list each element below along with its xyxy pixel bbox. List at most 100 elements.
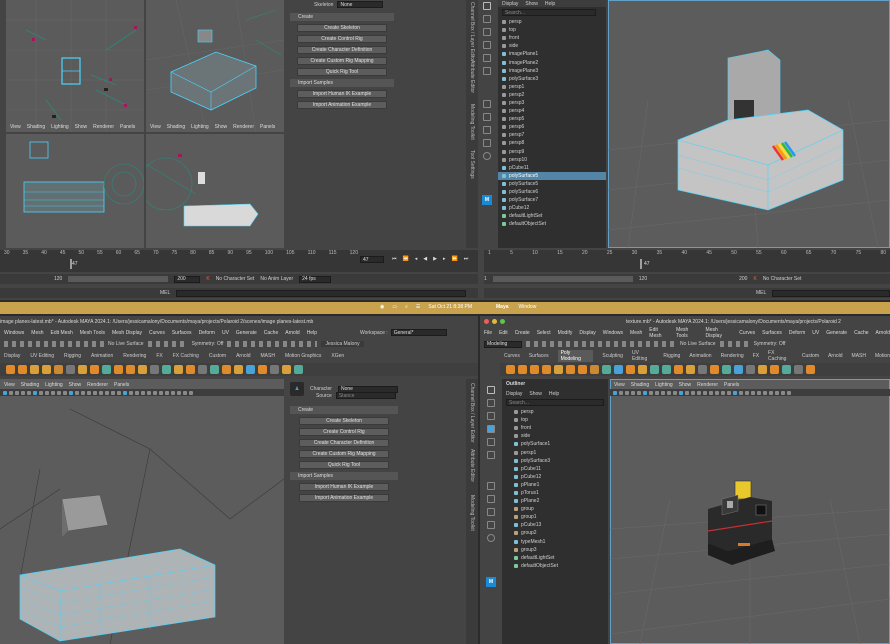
- shelf-icon[interactable]: [710, 365, 719, 374]
- shelf-icon[interactable]: [650, 365, 659, 374]
- key-icon[interactable]: K: [753, 276, 756, 282]
- shelf-icon[interactable]: [542, 365, 551, 374]
- menu-item[interactable]: Arnold: [876, 330, 890, 336]
- next-key-icon[interactable]: ▸: [443, 256, 446, 262]
- rotate-tool-icon[interactable]: [483, 54, 491, 62]
- shelf-icon[interactable]: [174, 365, 183, 374]
- shelf-icon[interactable]: [126, 365, 135, 374]
- close-button[interactable]: [484, 319, 489, 324]
- shelf-tab[interactable]: Animation: [91, 353, 113, 359]
- shelf-icon[interactable]: [18, 365, 27, 374]
- outliner-item[interactable]: pCube11: [510, 465, 608, 473]
- play-back-icon[interactable]: ◀: [423, 256, 427, 262]
- paint-tool-icon[interactable]: [483, 28, 491, 36]
- symmetry-label[interactable]: Symmetry: Off: [192, 341, 224, 347]
- menu-item[interactable]: Arnold: [285, 330, 299, 336]
- section-import-samples[interactable]: Import Samples: [290, 472, 398, 480]
- outliner-item[interactable]: persp6: [498, 123, 606, 131]
- outliner-item[interactable]: persp1: [510, 448, 608, 456]
- layout-four-icon[interactable]: [487, 495, 495, 503]
- quick-rig-tool-button[interactable]: Quick Rig Tool: [297, 68, 387, 76]
- menu-show[interactable]: Show: [215, 124, 228, 130]
- wifi-icon[interactable]: ◉: [380, 304, 384, 310]
- menu-item[interactable]: Display: [579, 330, 595, 336]
- shelf-icon[interactable]: [506, 365, 515, 374]
- outliner-item[interactable]: persp9: [498, 148, 606, 156]
- outliner-item[interactable]: defaultObjectSet: [510, 562, 608, 570]
- shelf-icon[interactable]: [686, 365, 695, 374]
- menu-item[interactable]: Curves: [149, 330, 165, 336]
- outliner-item[interactable]: imagePlane2: [498, 58, 606, 66]
- outliner-item[interactable]: persp5: [498, 115, 606, 123]
- shelf-tab[interactable]: Arnold: [828, 353, 842, 359]
- outliner-item[interactable]: top: [498, 26, 606, 34]
- create-character-definition-button[interactable]: Create Character Definition: [299, 439, 389, 447]
- shelf-tab[interactable]: Rendering: [721, 353, 744, 359]
- quick-rig-tool-button[interactable]: Quick Rig Tool: [299, 461, 389, 469]
- command-input[interactable]: [176, 289, 467, 297]
- shelf-icon[interactable]: [42, 365, 51, 374]
- shelf-tab[interactable]: Animation: [689, 353, 711, 359]
- shelf-tab[interactable]: Rigging: [64, 353, 81, 359]
- outliner-menu-display[interactable]: Display: [502, 1, 518, 7]
- menu-item[interactable]: Select: [537, 330, 551, 336]
- outliner-item[interactable]: polySurface5: [498, 171, 606, 180]
- shelf-icon[interactable]: [566, 365, 575, 374]
- time-slider[interactable]: 1 5 10 15 20 25 30 35 40 45 50 55 60 65 70 75 80 47: [484, 250, 890, 272]
- tab-modeling-toolkit[interactable]: Modeling Toolkit: [469, 495, 475, 531]
- range-end-field[interactable]: 200: [174, 275, 201, 283]
- menu-lighting[interactable]: Lighting: [191, 124, 209, 130]
- viewport-persp-textured[interactable]: View Shading Lighting Show Renderer Pane…: [610, 379, 890, 644]
- shelf-icon[interactable]: [758, 365, 767, 374]
- menu-window[interactable]: Window: [519, 304, 537, 310]
- menu-item[interactable]: UV: [812, 330, 819, 336]
- live-surface-label[interactable]: No Live Surface: [108, 341, 144, 347]
- go-start-icon[interactable]: ⏮: [392, 256, 397, 262]
- outliner-item[interactable]: persp3: [498, 99, 606, 107]
- search-icon[interactable]: [487, 534, 495, 542]
- character-set-label[interactable]: No Character Set: [216, 276, 255, 282]
- outliner-item[interactable]: persp: [498, 18, 606, 26]
- shelf-tab[interactable]: Surfaces: [529, 353, 549, 359]
- menu-show[interactable]: Show: [75, 124, 88, 130]
- step-back-icon[interactable]: ⏪: [403, 256, 409, 262]
- viewport-persp[interactable]: View Shading Lighting Show Renderer Pane…: [146, 0, 284, 132]
- create-custom-rig-mapping-button[interactable]: Create Custom Rig Mapping: [299, 450, 389, 458]
- shelf-icon[interactable]: [746, 365, 755, 374]
- create-custom-rig-mapping-button[interactable]: Create Custom Rig Mapping: [297, 57, 387, 65]
- menu-view[interactable]: View: [10, 124, 21, 130]
- menu-item[interactable]: Mesh: [630, 330, 642, 336]
- app-menu-maya[interactable]: Maya: [496, 304, 509, 310]
- tab-attribute-editor[interactable]: Attribute Editor: [469, 60, 475, 93]
- viewport-front[interactable]: [6, 134, 144, 248]
- menu-item[interactable]: Generate: [826, 330, 847, 336]
- maximize-button[interactable]: [500, 319, 505, 324]
- mode-dropdown[interactable]: Modeling: [484, 340, 522, 348]
- shelf-tab[interactable]: Rigging: [663, 353, 680, 359]
- outliner-menu-help[interactable]: Help: [545, 1, 555, 7]
- shelf-icon[interactable]: [30, 365, 39, 374]
- outliner-item[interactable]: pCube11: [498, 164, 606, 172]
- move-tool-icon[interactable]: [487, 425, 495, 433]
- shelf-tab[interactable]: Custom: [802, 353, 819, 359]
- shelf-tab[interactable]: UV Editing: [30, 353, 54, 359]
- menu-view[interactable]: View: [150, 124, 161, 130]
- layout-outliner-icon[interactable]: [487, 521, 495, 529]
- menu-item[interactable]: Curves: [739, 330, 755, 336]
- select-tool-icon[interactable]: [487, 386, 495, 394]
- status-icons-3[interactable]: [227, 341, 318, 347]
- outliner-menu-show[interactable]: Show: [525, 1, 538, 7]
- shelf-icon[interactable]: [662, 365, 671, 374]
- outliner-item[interactable]: polySurface1: [510, 440, 608, 448]
- outliner-item[interactable]: group: [510, 505, 608, 513]
- outliner-item[interactable]: persp4: [498, 107, 606, 115]
- shelf-icon[interactable]: [626, 365, 635, 374]
- shelf-icon[interactable]: [638, 365, 647, 374]
- import-animation-example-button[interactable]: Import Animation Example: [299, 494, 389, 502]
- menu-item[interactable]: UV: [222, 330, 229, 336]
- rotate-tool-icon[interactable]: [487, 438, 495, 446]
- shelf-icon[interactable]: [554, 365, 563, 374]
- shelf-tab[interactable]: Poly Modeling: [557, 349, 594, 362]
- outliner-item[interactable]: defaultLightSet: [498, 212, 606, 220]
- create-skeleton-button[interactable]: Create Skeleton: [299, 417, 389, 425]
